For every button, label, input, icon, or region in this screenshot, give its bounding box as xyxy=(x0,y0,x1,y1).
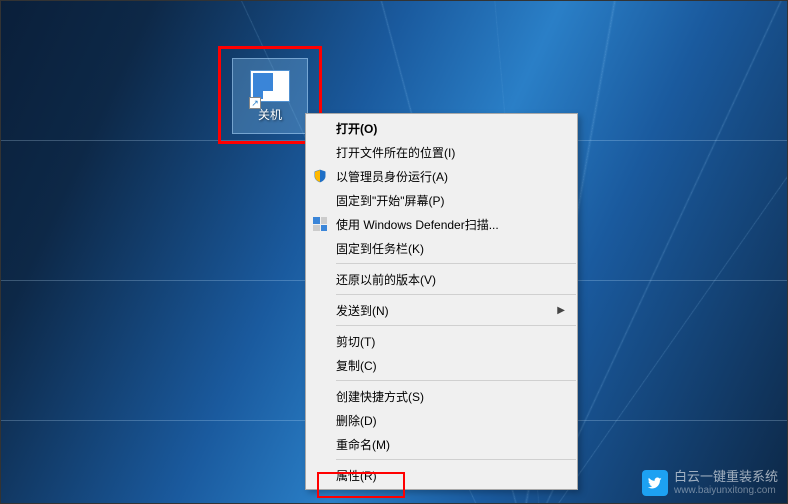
menu-item-rename[interactable]: 重命名(M) xyxy=(306,432,577,456)
menu-label: 属性(R) xyxy=(336,467,377,484)
menu-item-cut[interactable]: 剪切(T) xyxy=(306,329,577,353)
menu-item-run-as-admin[interactable]: 以管理员身份运行(A) xyxy=(306,164,577,188)
menu-item-delete[interactable]: 删除(D) xyxy=(306,408,577,432)
menu-label: 剪切(T) xyxy=(336,333,375,350)
menu-item-restore-versions[interactable]: 还原以前的版本(V) xyxy=(306,267,577,291)
desktop-shortcut-shutdown[interactable]: ↗ 关机 xyxy=(232,58,308,134)
menu-label: 以管理员身份运行(A) xyxy=(336,168,448,185)
menu-label: 还原以前的版本(V) xyxy=(336,271,436,288)
menu-item-open-location[interactable]: 打开文件所在的位置(I) xyxy=(306,140,577,164)
menu-separator xyxy=(336,263,576,264)
menu-separator xyxy=(336,380,576,381)
watermark-title: 白云一键重装系统 xyxy=(674,470,778,484)
menu-separator xyxy=(336,325,576,326)
watermark: 白云一键重装系统 www.baiyunxitong.com xyxy=(642,470,778,496)
menu-separator xyxy=(336,459,576,460)
menu-label: 打开文件所在的位置(I) xyxy=(336,144,455,161)
menu-label: 固定到任务栏(K) xyxy=(336,240,424,257)
menu-label: 固定到"开始"屏幕(P) xyxy=(336,192,445,209)
watermark-url: www.baiyunxitong.com xyxy=(674,485,778,496)
chevron-right-icon: ▶ xyxy=(557,305,565,316)
context-menu: 打开(O) 打开文件所在的位置(I) 以管理员身份运行(A) 固定到"开始"屏幕… xyxy=(305,113,578,490)
menu-label: 创建快捷方式(S) xyxy=(336,388,424,405)
menu-label: 删除(D) xyxy=(336,412,377,429)
menu-label: 打开(O) xyxy=(336,120,377,137)
menu-item-create-shortcut[interactable]: 创建快捷方式(S) xyxy=(306,384,577,408)
menu-item-pin-to-start[interactable]: 固定到"开始"屏幕(P) xyxy=(306,188,577,212)
menu-separator xyxy=(336,294,576,295)
menu-item-copy[interactable]: 复制(C) xyxy=(306,353,577,377)
menu-label: 重命名(M) xyxy=(336,436,390,453)
shield-icon xyxy=(312,168,328,184)
menu-label: 使用 Windows Defender扫描... xyxy=(336,216,499,233)
defender-icon xyxy=(312,216,328,232)
menu-item-defender-scan[interactable]: 使用 Windows Defender扫描... xyxy=(306,212,577,236)
menu-item-open[interactable]: 打开(O) xyxy=(306,116,577,140)
shortcut-arrow-icon: ↗ xyxy=(249,97,261,109)
menu-item-pin-to-taskbar[interactable]: 固定到任务栏(K) xyxy=(306,236,577,260)
shortcut-label: 关机 xyxy=(258,106,282,123)
menu-label: 复制(C) xyxy=(336,357,377,374)
menu-label: 发送到(N) xyxy=(336,302,389,319)
menu-item-properties[interactable]: 属性(R) xyxy=(306,463,577,487)
watermark-logo-icon xyxy=(642,470,668,496)
menu-item-send-to[interactable]: 发送到(N) ▶ xyxy=(306,298,577,322)
